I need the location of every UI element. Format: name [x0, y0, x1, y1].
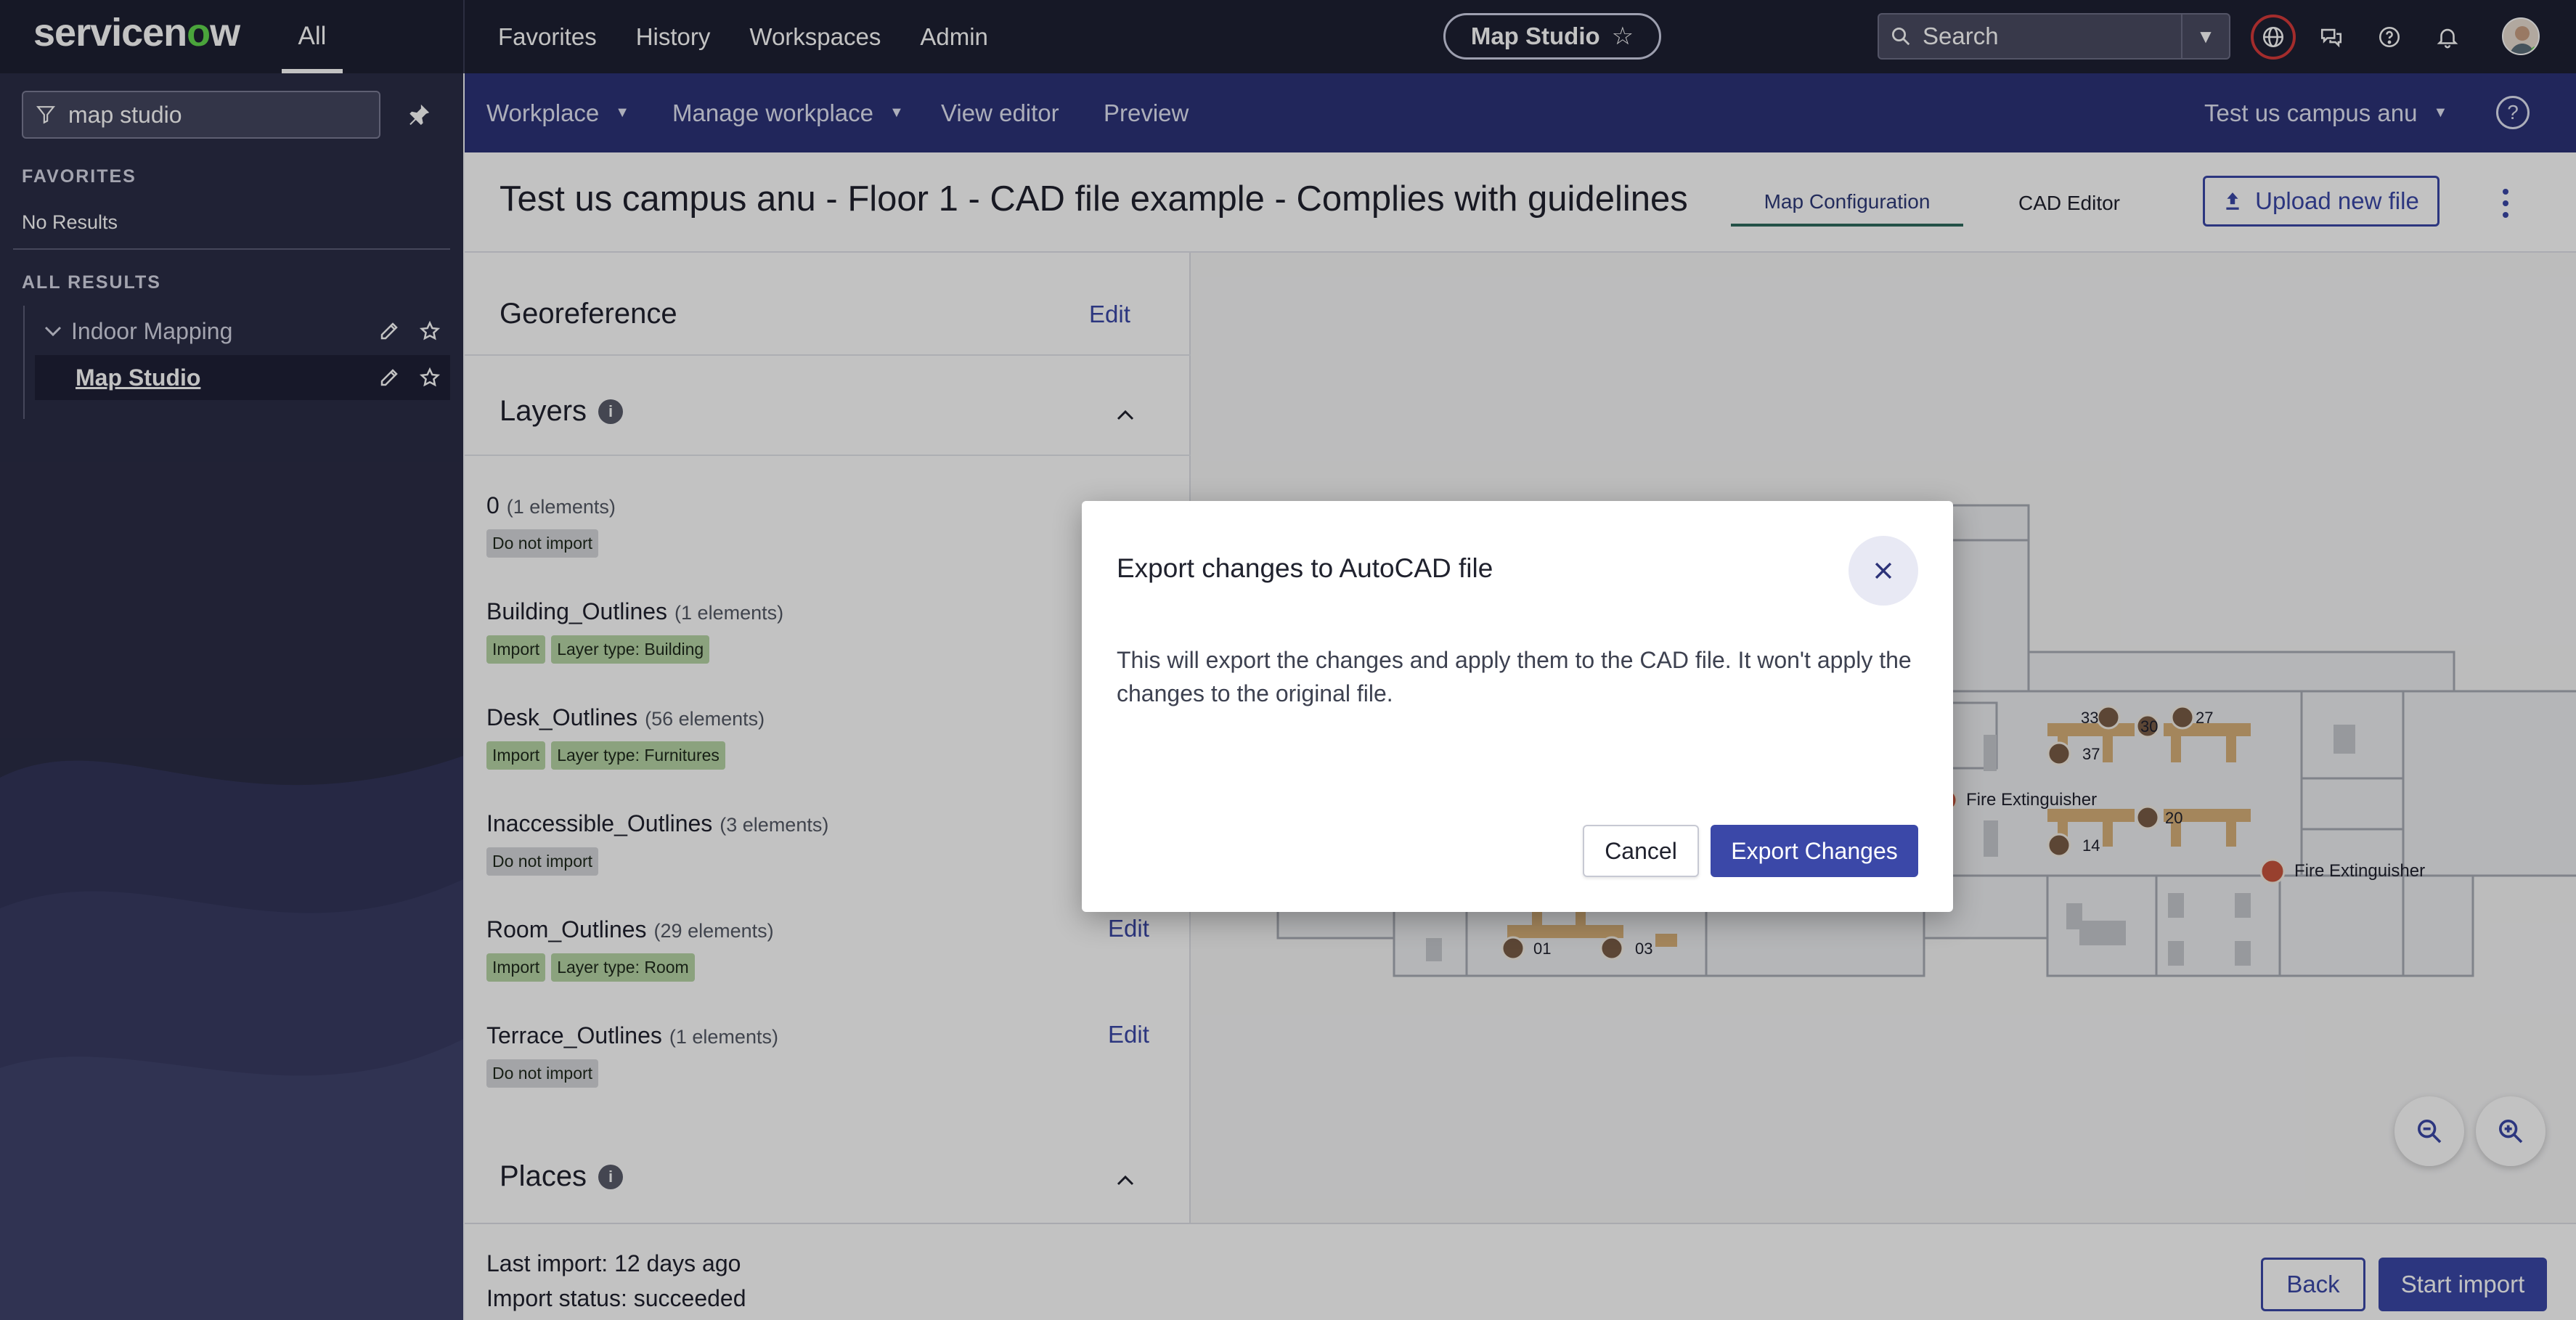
dialog-title: Export changes to AutoCAD file [1117, 553, 1493, 583]
cancel-button[interactable]: Cancel [1583, 825, 1699, 877]
export-changes-button[interactable]: Export Changes [1711, 825, 1918, 877]
close-icon[interactable] [1849, 536, 1918, 606]
dialog-message: This will export the changes and apply t… [1117, 647, 1912, 706]
export-changes-dialog: Export changes to AutoCAD file This will… [1082, 501, 1953, 912]
